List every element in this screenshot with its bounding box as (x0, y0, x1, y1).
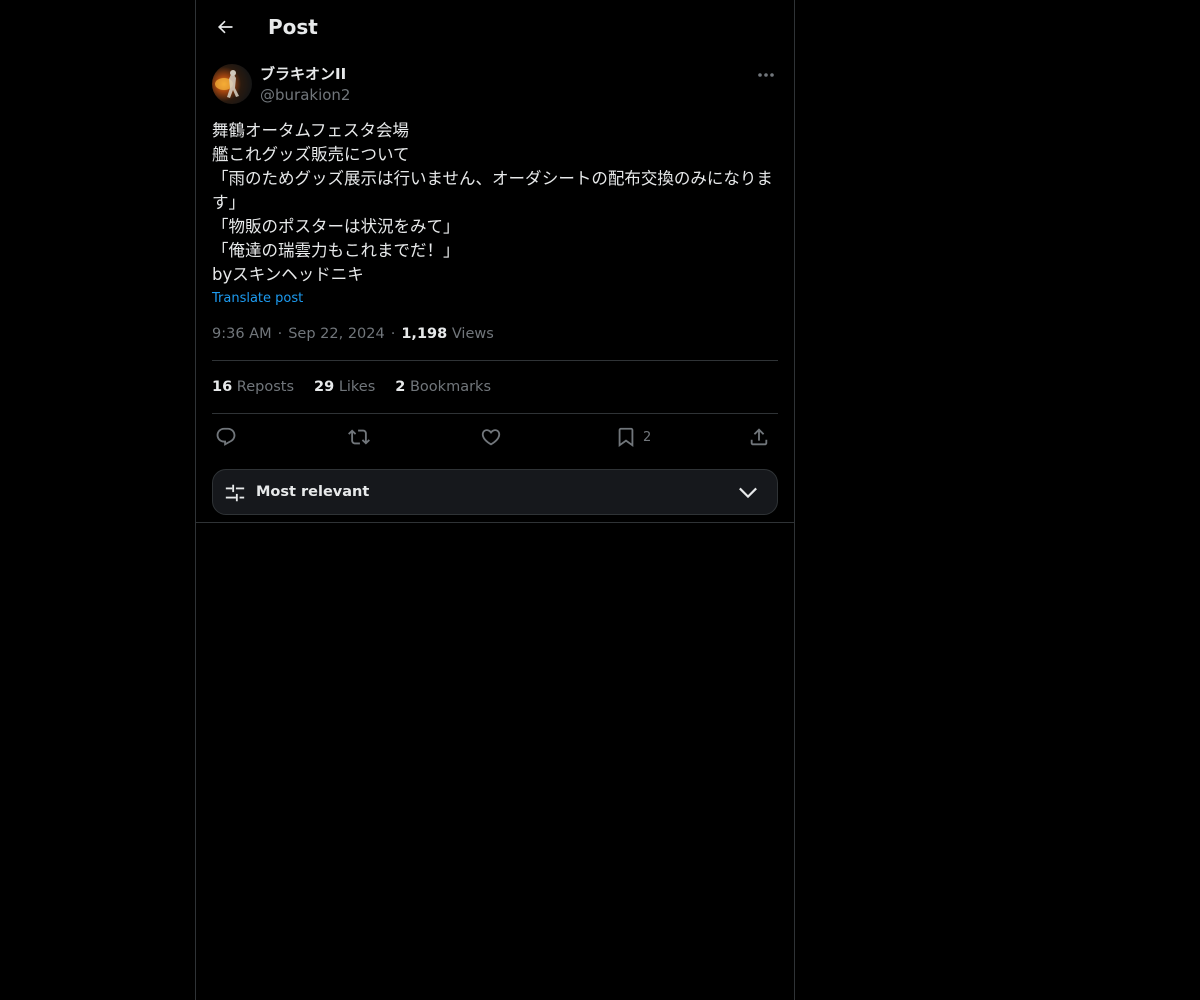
bookmark-icon (618, 427, 634, 448)
meta-separator: · (390, 326, 396, 342)
sort-label: Most relevant (256, 484, 370, 500)
translate-post-link[interactable]: Translate post (212, 290, 303, 308)
post-text-line: 艦これグッズ販売について (212, 145, 410, 164)
post-date[interactable]: Sep 22, 2024 (288, 326, 385, 342)
bookmark-count: 2 (643, 429, 652, 445)
post-author: ブラキオンII @burakion2 (212, 64, 778, 108)
reply-icon (216, 427, 236, 446)
reply-sort-dropdown[interactable]: Most relevant (212, 469, 778, 515)
avatar-image (215, 70, 239, 98)
repost-button[interactable] (348, 425, 370, 449)
bookmarks-stat[interactable]: 2 Bookmarks (395, 377, 491, 397)
section-divider (196, 522, 794, 523)
post-text-line: byスキンヘッドニキ (212, 265, 364, 284)
divider (212, 360, 778, 361)
reposts-count: 16 (212, 379, 233, 395)
share-button[interactable] (748, 425, 770, 449)
post-text: 舞鶴オータムフェスタ会場 艦これグッズ販売について 「雨のためグッズ展示は行いま… (212, 119, 778, 287)
post-text-line: 「俺達の瑞雲力もこれまでだ！」 (212, 241, 460, 260)
share-icon (750, 428, 768, 446)
repost-icon (348, 429, 370, 445)
author-handle[interactable]: @burakion2 (260, 85, 350, 105)
primary-column: Post ブラキオンII @burakion2 舞鶴オータムフェスタ会場 艦これ… (195, 0, 795, 1000)
post-meta: 9:36 AM · Sep 22, 2024 · 1,198 Views (212, 324, 494, 344)
post-time[interactable]: 9:36 AM (212, 326, 272, 342)
arrow-left-icon (217, 20, 233, 34)
meta-separator: · (277, 326, 283, 342)
sliders-icon (225, 484, 245, 502)
reply-button[interactable] (215, 425, 237, 449)
bookmarks-count: 2 (395, 379, 406, 395)
back-button[interactable] (212, 14, 238, 40)
likes-stat[interactable]: 29 Likes (314, 377, 375, 397)
reposts-label: Reposts (236, 379, 295, 395)
divider (212, 413, 778, 414)
bookmark-button[interactable]: 2 (615, 425, 651, 449)
likes-label: Likes (338, 379, 376, 395)
bookmarks-label: Bookmarks (409, 379, 491, 395)
more-horizontal-icon (758, 73, 774, 77)
views-label: Views (451, 326, 494, 342)
post-text-line: 「物販のポスターは状況をみて」 (212, 217, 460, 236)
post-actions: 2 (212, 425, 778, 451)
post-text-line: 舞鶴オータムフェスタ会場 (212, 121, 410, 140)
post-text-line: 「雨のためグッズ展示は行いません、オーダシートの配布交換のみになります」 (212, 169, 773, 212)
page-title: Post (268, 15, 318, 39)
chevron-down-icon (739, 487, 757, 499)
likes-count: 29 (314, 379, 335, 395)
like-icon (481, 429, 501, 446)
reposts-stat[interactable]: 16 Reposts (212, 377, 294, 397)
like-button[interactable] (480, 425, 502, 449)
author-display-name[interactable]: ブラキオンII (260, 64, 346, 84)
views-count: 1,198 (401, 326, 448, 342)
post-stats: 16 Reposts 29 Likes 2 Bookmarks (212, 377, 511, 397)
avatar[interactable] (212, 64, 252, 104)
page-header: Post (196, 0, 794, 53)
more-options-button[interactable] (754, 64, 778, 86)
